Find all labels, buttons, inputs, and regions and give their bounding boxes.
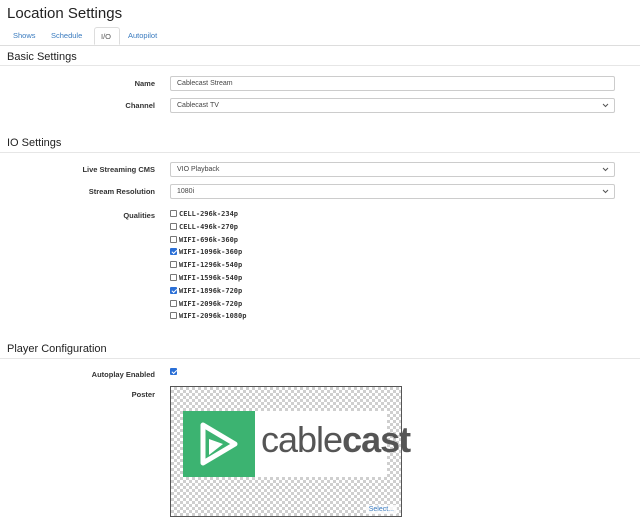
- quality-label: CELL-296k-234p: [179, 210, 239, 218]
- player-config-heading: Player Configuration: [7, 343, 107, 355]
- poster-preview[interactable]: cablecast Select...: [170, 386, 411, 517]
- autoplay-label: Autoplay Enabled: [91, 370, 155, 379]
- tab-schedule[interactable]: Schedule: [45, 27, 88, 45]
- quality-label: WIFI-1296k-540p: [179, 261, 243, 270]
- settings-tabs: Shows Schedule I/O Autopilot: [0, 27, 640, 46]
- quality-checkbox[interactable]: [170, 235, 177, 243]
- quality-option[interactable]: WIFI-696k-360p: [170, 235, 238, 245]
- quality-label: WIFI-2096k-1080p: [179, 312, 247, 321]
- quality-option[interactable]: CELL-496k-270p: [170, 222, 238, 232]
- quality-checkbox[interactable]: [170, 210, 177, 217]
- io-settings-heading: IO Settings: [7, 137, 62, 149]
- channel-value: Cablecast TV: [177, 102, 219, 109]
- quality-label: WIFI-1096k-360p: [179, 248, 243, 257]
- poster-label: Poster: [131, 390, 155, 399]
- resolution-label: Stream Resolution: [88, 187, 155, 196]
- quality-checkbox[interactable]: [170, 286, 177, 294]
- quality-label: WIFI-696k-360p: [179, 235, 239, 244]
- quality-checkbox[interactable]: [170, 299, 177, 307]
- autoplay-checkbox[interactable]: [170, 368, 177, 375]
- quality-option[interactable]: WIFI-1596k-540p: [170, 273, 242, 283]
- section-divider: [0, 358, 640, 359]
- page-title: Location Settings: [7, 5, 123, 22]
- quality-label: WIFI-2096k-720p: [179, 299, 243, 308]
- quality-label: WIFI-1896k-720p: [179, 286, 243, 295]
- qualities-label: Qualities: [123, 211, 155, 220]
- quality-option[interactable]: WIFI-2096k-720p: [170, 299, 242, 309]
- basic-settings-heading: Basic Settings: [7, 51, 77, 63]
- logo-wordmark: cablecast: [261, 419, 411, 460]
- channel-select[interactable]: Cablecast TV: [170, 98, 615, 113]
- resolution-select[interactable]: 1080i: [170, 184, 615, 199]
- quality-option[interactable]: WIFI-1896k-720p: [170, 286, 242, 296]
- quality-checkbox[interactable]: [170, 261, 177, 269]
- channel-label: Channel: [125, 101, 155, 110]
- section-divider: [0, 152, 640, 153]
- chevron-down-icon: [602, 185, 609, 203]
- quality-option[interactable]: WIFI-1296k-540p: [170, 260, 242, 270]
- chevron-down-icon: [602, 99, 609, 117]
- quality-checkbox[interactable]: [170, 222, 177, 230]
- poster-select-button[interactable]: Select...: [365, 505, 397, 514]
- section-divider: [0, 65, 640, 66]
- cms-value: VIO Playback: [177, 166, 220, 173]
- name-field[interactable]: Cablecast Stream: [170, 76, 615, 91]
- quality-checkbox[interactable]: [170, 248, 177, 256]
- quality-option[interactable]: WIFI-2096k-1080p: [170, 311, 246, 321]
- chevron-down-icon: [602, 163, 609, 181]
- quality-option[interactable]: WIFI-1096k-360p: [170, 247, 242, 257]
- play-arrow-icon: [183, 411, 255, 477]
- cablecast-logo: cablecast: [183, 411, 411, 477]
- name-label: Name: [134, 79, 155, 88]
- cms-label: Live Streaming CMS: [82, 165, 155, 174]
- tab-autopilot[interactable]: Autopilot: [122, 27, 163, 45]
- quality-checkbox[interactable]: [170, 312, 177, 320]
- quality-label: CELL-496k-270p: [179, 222, 239, 231]
- quality-checkbox[interactable]: [170, 274, 177, 281]
- tab-io[interactable]: I/O: [94, 27, 120, 45]
- quality-label: WIFI-1596k-540p: [179, 274, 243, 282]
- quality-option[interactable]: CELL-296k-234p: [170, 209, 238, 219]
- tab-shows[interactable]: Shows: [7, 27, 42, 45]
- cms-select[interactable]: VIO Playback: [170, 162, 615, 177]
- resolution-value: 1080i: [177, 188, 195, 195]
- name-value: Cablecast Stream: [177, 80, 233, 87]
